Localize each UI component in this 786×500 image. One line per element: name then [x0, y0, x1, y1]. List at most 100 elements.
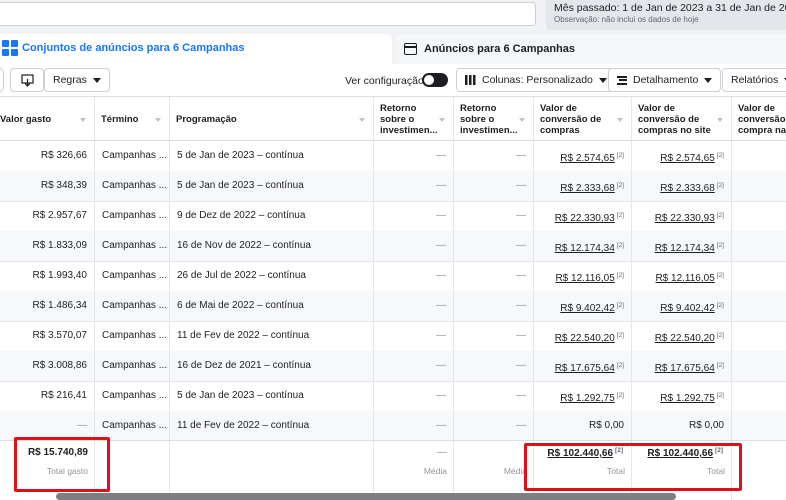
- footnote-marker: [2]: [616, 392, 624, 399]
- table-row[interactable]: R$ 1.833,09 Campanhas ... 16 de Nov de 202…: [0, 231, 786, 262]
- cell-roas2: —: [454, 351, 534, 381]
- footnote-marker: [2]: [716, 182, 724, 189]
- cell-end: Campanhas ...: [95, 291, 170, 321]
- cell-empty: [732, 141, 786, 171]
- cell-roas2: —: [454, 321, 534, 351]
- grid-icon: [2, 40, 18, 56]
- cell-roas1: —: [374, 231, 454, 261]
- cell-text: —: [516, 210, 526, 221]
- cell-schedule: 26 de Jul de 2022 – contínua: [170, 261, 374, 291]
- conversion-value-link[interactable]: R$ 2.574,65: [660, 153, 715, 164]
- cell-end: Campanhas ...: [95, 351, 170, 381]
- col-header-conv-value-site[interactable]: Valor de conversão de compras no site: [632, 97, 732, 140]
- sort-caret-icon: [359, 118, 365, 122]
- cell-text: R$ 1.833,09: [32, 240, 88, 251]
- sort-caret-icon: [519, 118, 525, 122]
- cell-empty: [732, 411, 786, 441]
- cell-end: Campanhas ...: [95, 381, 170, 411]
- conversion-value-link[interactable]: R$ 9.402,42: [660, 303, 715, 314]
- columns-button[interactable]: Colunas: Personalizado: [456, 68, 616, 92]
- table-row[interactable]: R$ 216,41 Campanhas ... 5 de Jan de 2023 –…: [0, 381, 786, 412]
- breakdown-button[interactable]: Detalhamento: [608, 68, 722, 92]
- col-header-schedule[interactable]: Programação: [170, 97, 374, 140]
- table-row[interactable]: R$ 3.570,07 Campanhas ... 11 de Fev de 202…: [0, 321, 786, 352]
- col-header-roas-2[interactable]: Retorno sobre o investimen...: [454, 97, 534, 140]
- cell-conv-site: R$ 22.540,20 [2]: [632, 321, 732, 351]
- conversion-value-link[interactable]: R$ 2.333,68: [660, 183, 715, 194]
- table-row[interactable]: R$ 2.957,67 Campanhas ... 9 de Dez de 2022…: [0, 201, 786, 232]
- sort-caret-icon: [617, 118, 623, 122]
- cell-text: Campanhas ...: [102, 270, 168, 281]
- conversion-value-link[interactable]: R$ 9.402,42: [560, 303, 615, 314]
- table-row[interactable]: R$ 1.993,40 Campanhas ... 26 de Jul de 202…: [0, 261, 786, 292]
- tab-ads[interactable]: Anúncios para 6 Campanhas: [396, 34, 786, 64]
- date-range-picker[interactable]: Mês passado: 1 de Jan de 2023 a 31 de Ja…: [546, 0, 786, 30]
- cell-text: Campanhas ...: [102, 240, 168, 251]
- cell-conv-site: R$ 0,00: [632, 411, 732, 441]
- cell-conv: R$ 22.540,20 [2]: [534, 321, 632, 351]
- conversion-value-link[interactable]: R$ 12.116,05: [655, 273, 714, 284]
- search-filter-field[interactable]: [0, 2, 536, 26]
- reports-button[interactable]: Relatórios: [722, 68, 786, 92]
- conversion-value-link[interactable]: R$ 12.116,05: [555, 273, 614, 284]
- table-row[interactable]: R$ 3.008,86 Campanhas ... 16 de Dez de 202…: [0, 351, 786, 382]
- conversion-value-link[interactable]: R$ 12.174,34: [655, 243, 715, 254]
- cell-end: Campanhas ...: [95, 321, 170, 351]
- conversion-value-link[interactable]: R$ 1.292,75: [560, 393, 615, 404]
- conversion-value-link[interactable]: R$ 22.330,93: [555, 213, 615, 224]
- cell-conv-site: R$ 22.330,93 [2]: [632, 201, 732, 231]
- cell-text: Campanhas ...: [102, 360, 168, 371]
- cell-text: —: [436, 390, 446, 401]
- view-setup-toggle[interactable]: [422, 73, 448, 87]
- table-row[interactable]: R$ 1.486,34 Campanhas ... 6 de Mai de 2022…: [0, 291, 786, 322]
- conversion-value-link[interactable]: R$ 17.675,64: [555, 363, 615, 374]
- cell-conv-site: R$ 12.174,34 [2]: [632, 231, 732, 261]
- col-header-conv-value[interactable]: Valor de conversão de compras: [534, 97, 632, 140]
- cell-text: R$ 1.993,40: [32, 270, 88, 281]
- date-range-label: Mês passado: 1 de Jan de 2023 a 31 de Ja…: [554, 2, 786, 14]
- horizontal-scrollbar[interactable]: [56, 493, 676, 500]
- conversion-value-link[interactable]: R$ 22.540,20: [655, 333, 715, 344]
- conversion-value-link[interactable]: R$ 2.333,68: [560, 183, 615, 194]
- rules-button[interactable]: Regras: [44, 68, 110, 92]
- cell-spent: R$ 1.833,09: [0, 231, 95, 261]
- col-header-roas-1-label: Retorno sobre o investimen...: [380, 103, 438, 136]
- conversion-value-link[interactable]: R$ 17.675,64: [655, 363, 715, 374]
- tab-adsets[interactable]: Conjuntos de anúncios para 6 Campanhas: [0, 34, 392, 64]
- conversion-value-link[interactable]: R$ 22.330,93: [655, 213, 715, 224]
- table-row[interactable]: — Campanhas ... 11 de Fev de 2022 – contín…: [0, 411, 786, 442]
- col-header-conv-value-cut[interactable]: Valor de conversão compra na: [732, 97, 786, 140]
- export-button[interactable]: [10, 68, 44, 92]
- conversion-value-link[interactable]: R$ 22.540,20: [555, 333, 615, 344]
- cell-end: Campanhas ...: [95, 231, 170, 261]
- cell-conv: R$ 22.330,93 [2]: [534, 201, 632, 231]
- total-roas-1-cell: — Média: [374, 441, 454, 500]
- conversion-value-link[interactable]: R$ 2.574,65: [560, 153, 615, 164]
- table-row[interactable]: R$ 326,66 Campanhas ... 5 de Jan de 2023 –…: [0, 141, 786, 172]
- conversion-value-link[interactable]: R$ 12.174,34: [555, 243, 615, 254]
- col-header-roas-1[interactable]: Retorno sobre o investimen...: [374, 97, 454, 140]
- chevron-down-icon: [598, 77, 607, 83]
- cell-roas1: —: [374, 381, 454, 411]
- view-setup-label: Ver configuração: [345, 75, 424, 87]
- adsets-table: Valor gasto Término Programação Retorno …: [0, 96, 786, 500]
- sort-caret-icon: [717, 118, 723, 122]
- cell-text: —: [436, 240, 446, 251]
- conversion-value-link[interactable]: R$ 1.292,75: [660, 393, 715, 404]
- col-header-end[interactable]: Término: [95, 97, 170, 140]
- table-row[interactable]: R$ 348,39 Campanhas ... 5 de Jan de 2023 –…: [0, 171, 786, 202]
- cell-roas1: —: [374, 171, 454, 201]
- table-header: Valor gasto Término Programação Retorno …: [0, 97, 786, 141]
- cell-text: —: [436, 150, 446, 161]
- col-header-conv-value-cut-label: Valor de conversão compra na: [738, 103, 786, 136]
- cell-empty: [732, 381, 786, 411]
- toolbar-cut-button[interactable]: [0, 68, 4, 92]
- footnote-marker: [2]: [716, 302, 724, 309]
- cell-text: —: [436, 270, 446, 281]
- col-header-roas-2-label: Retorno sobre o investimen...: [460, 103, 518, 136]
- col-header-spent[interactable]: Valor gasto: [0, 97, 95, 140]
- cell-roas2: —: [454, 141, 534, 171]
- cell-empty: [732, 261, 786, 291]
- highlight-total-spent: [14, 437, 110, 492]
- cell-text: —: [436, 420, 446, 431]
